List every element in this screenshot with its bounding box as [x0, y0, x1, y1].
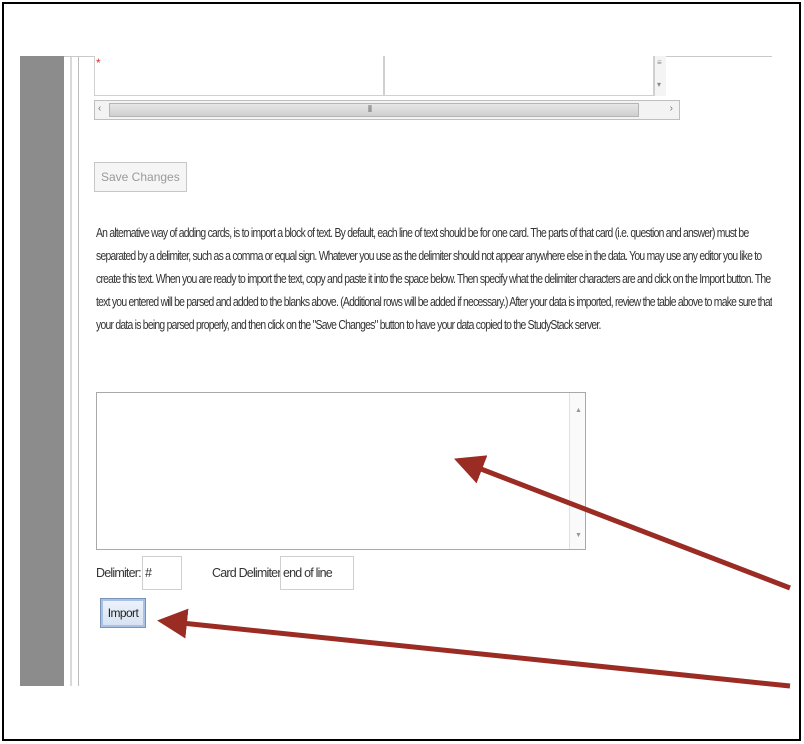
delimiter-row: Delimiter: # Card Delimiter: end of line [96, 556, 396, 592]
screenshot-region: * ≡ ▾ ‹ ⦀ › Save Changes An alternative … [20, 56, 772, 686]
grid-vertical-scrollbar[interactable]: ≡ ▾ [654, 56, 666, 96]
import-button[interactable]: Import [100, 598, 146, 628]
required-marker: * [96, 56, 101, 70]
scrollbar-thumb[interactable]: ⦀ [109, 103, 639, 117]
textarea-scrollbar[interactable]: ▲ ▼ [569, 393, 585, 549]
card-answer-cell[interactable] [384, 56, 654, 96]
import-text-area[interactable]: ▲ ▼ [96, 392, 586, 550]
textarea-scroll-up-icon[interactable]: ▲ [575, 407, 582, 414]
card-delimiter-input[interactable]: end of line [280, 556, 354, 590]
grid-horizontal-scrollbar[interactable]: ‹ ⦀ › [94, 100, 680, 120]
sidebar-border [70, 56, 72, 686]
import-instructions: An alternative way of adding cards, is t… [96, 226, 772, 332]
left-sidebar-strip [20, 56, 64, 686]
textarea-scroll-down-icon[interactable]: ▼ [575, 532, 582, 539]
sidebar-border-inner [78, 56, 79, 686]
scroll-left-arrow-icon[interactable]: ‹ [98, 103, 101, 114]
scroll-down-arrow-icon[interactable]: ▾ [657, 80, 661, 89]
save-changes-button[interactable]: Save Changes [94, 162, 187, 192]
card-question-cell[interactable] [94, 56, 384, 96]
thumb-grip-icon: ⦀ [368, 104, 372, 114]
card-delimiter-label: Card Delimiter: [212, 566, 284, 580]
delimiter-input[interactable]: # [142, 556, 182, 590]
delimiter-label: Delimiter: [96, 566, 142, 580]
scroll-grip-icon: ≡ [657, 58, 662, 67]
scroll-right-arrow-icon[interactable]: › [670, 103, 673, 114]
